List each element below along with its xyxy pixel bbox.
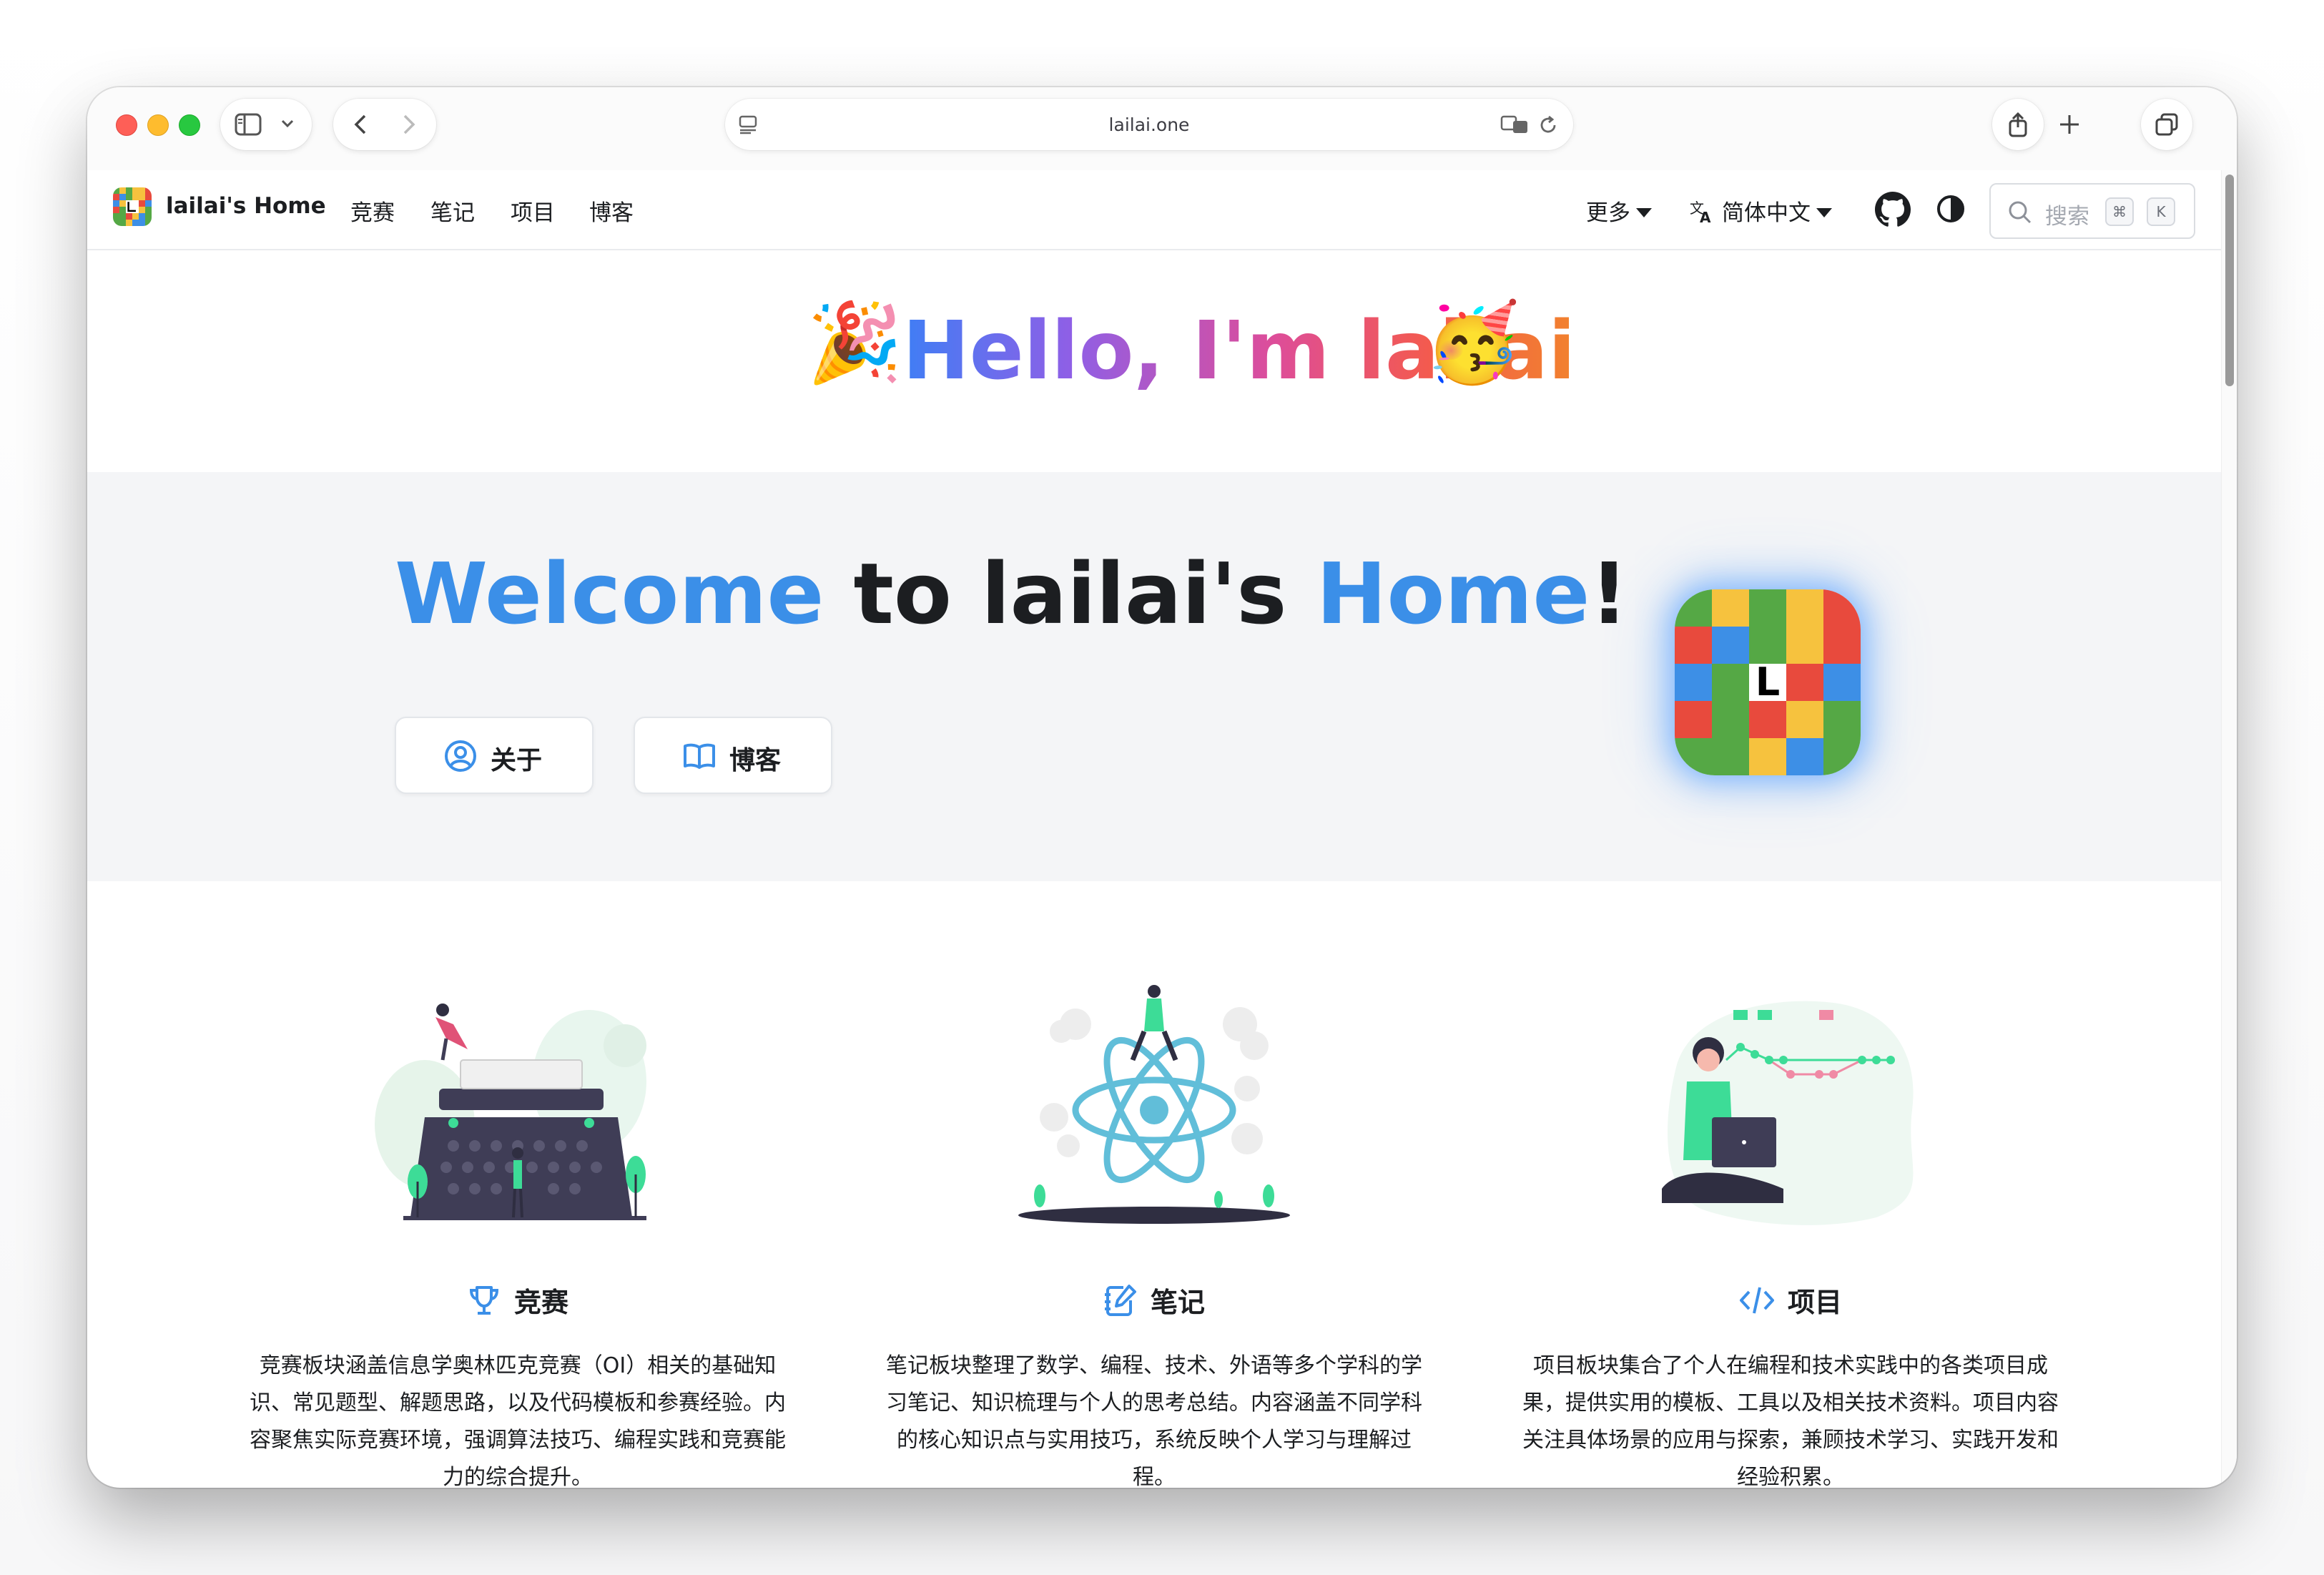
feature-description: 项目板块集合了个人在编程和技术实践中的各类项目成果，提供实用的模板、工具以及相关…: [1522, 1353, 2059, 1488]
feature-title: 笔记: [1150, 1287, 1205, 1318]
more-label: 更多: [1586, 200, 1630, 226]
caret-down-icon: [1816, 208, 1832, 217]
about-button[interactable]: 关于: [395, 717, 594, 794]
note-edit-icon: [1104, 1285, 1136, 1316]
hero-title-home: Home: [1316, 544, 1590, 643]
nav-link-projects[interactable]: 项目: [511, 195, 555, 227]
search-box[interactable]: 搜索 ⌘ K: [1989, 183, 2195, 239]
sidebar-icon: [235, 113, 262, 136]
chevron-down-icon: [281, 119, 294, 128]
search-icon: [2009, 201, 2032, 224]
reload-icon[interactable]: [1537, 114, 1559, 136]
announcement-banner: 🎉 Hello, I'm lailai 🥳: [87, 250, 2221, 472]
feature-description: 竞赛板块涵盖信息学奥林匹克竞赛（OI）相关的基础知识、常见题型、解题思路，以及代…: [250, 1353, 786, 1488]
feature-title: 项目: [1787, 1287, 1842, 1318]
close-window-button[interactable]: [116, 114, 137, 136]
site-logo[interactable]: [113, 187, 152, 226]
history-navigation: [333, 99, 436, 150]
nav-link-competition[interactable]: 竞赛: [350, 195, 395, 227]
feature-title: 竞赛: [513, 1287, 568, 1318]
hero-title-middle: to lailai's: [824, 544, 1316, 643]
site-navbar: lailai's Home 竞赛 笔记 项目 博客 更多 文 A 简体中文 搜索: [87, 170, 2221, 250]
feature-heading: 竞赛: [246, 1280, 789, 1320]
address-bar[interactable]: lailai.one: [725, 99, 1573, 150]
share-button[interactable]: [1992, 99, 2044, 150]
hero-title: Welcome to lailai's Home!: [395, 544, 1628, 644]
party-face-emoji: 🥳: [1424, 298, 1521, 388]
site-brand[interactable]: lailai's Home: [166, 193, 326, 219]
caret-down-icon: [1636, 208, 1652, 217]
typewriter-illustration: [375, 1004, 646, 1220]
book-open-icon: [684, 743, 715, 769]
nav-link-notes[interactable]: 笔记: [430, 195, 475, 227]
theme-toggle-icon[interactable]: [1935, 193, 1966, 225]
language-label: 简体中文: [1722, 200, 1811, 226]
blog-button[interactable]: 博客: [634, 717, 832, 794]
kbd-command: ⌘: [2105, 197, 2134, 226]
page-scrollbar[interactable]: [2221, 170, 2237, 1488]
new-tab-button[interactable]: [2044, 99, 2095, 150]
translate-icon: 文 A: [1690, 200, 1711, 226]
scrollbar-thumb[interactable]: [2225, 175, 2234, 386]
feature-heading: 项目: [1519, 1280, 2062, 1320]
url-text: lailai.one: [1108, 114, 1190, 135]
about-button-label: 关于: [491, 746, 543, 775]
search-placeholder: 搜索: [2045, 204, 2089, 230]
tab-overview-button[interactable]: [2141, 99, 2192, 150]
logo-mosaic-icon: [113, 187, 152, 226]
hero-title-exclaim: !: [1590, 544, 1629, 643]
logo-letter: L: [1755, 659, 1781, 705]
more-dropdown[interactable]: 更多: [1586, 195, 1652, 227]
coding-person-illustration: [1662, 1001, 1914, 1225]
zoom-window-button[interactable]: [179, 114, 200, 136]
language-dropdown[interactable]: 文 A 简体中文: [1689, 195, 1832, 227]
tabs-overview-icon: [2155, 113, 2178, 136]
trophy-icon: [469, 1286, 498, 1315]
plus-icon: [2060, 115, 2079, 134]
github-icon[interactable]: [1875, 192, 1911, 227]
translate-icon[interactable]: [1500, 114, 1529, 134]
blog-button-label: 博客: [729, 746, 782, 775]
nav-link-blog[interactable]: 博客: [589, 195, 634, 227]
back-arrow-icon[interactable]: [352, 113, 369, 136]
browser-window: lailai.one lailai's Home 竞赛 笔记 项目 博客 更多 …: [87, 87, 2237, 1488]
react-atom-illustration: [1018, 985, 1290, 1224]
forward-arrow-icon[interactable]: [400, 113, 418, 136]
hero-title-welcome: Welcome: [395, 544, 824, 643]
share-icon: [2009, 112, 2027, 137]
hero-logo: L: [1675, 589, 1861, 775]
code-icon: [1739, 1287, 1774, 1314]
hero-section: Welcome to lailai's Home! 关于 博客 L: [87, 472, 2221, 881]
sidebar-toggle-button[interactable]: [220, 99, 312, 150]
kbd-k: K: [2147, 197, 2175, 226]
svg-text:A: A: [1700, 209, 1711, 225]
feature-description: 笔记板块整理了数学、编程、技术、外语等多个学科的学习笔记、知识梳理与个人的思考总…: [886, 1353, 1422, 1488]
browser-toolbar: lailai.one: [87, 87, 2237, 170]
feature-heading: 笔记: [882, 1280, 1426, 1320]
party-popper-emoji: 🎉: [807, 298, 903, 388]
minimize-window-button[interactable]: [147, 114, 169, 136]
user-circle-icon: [445, 740, 476, 772]
